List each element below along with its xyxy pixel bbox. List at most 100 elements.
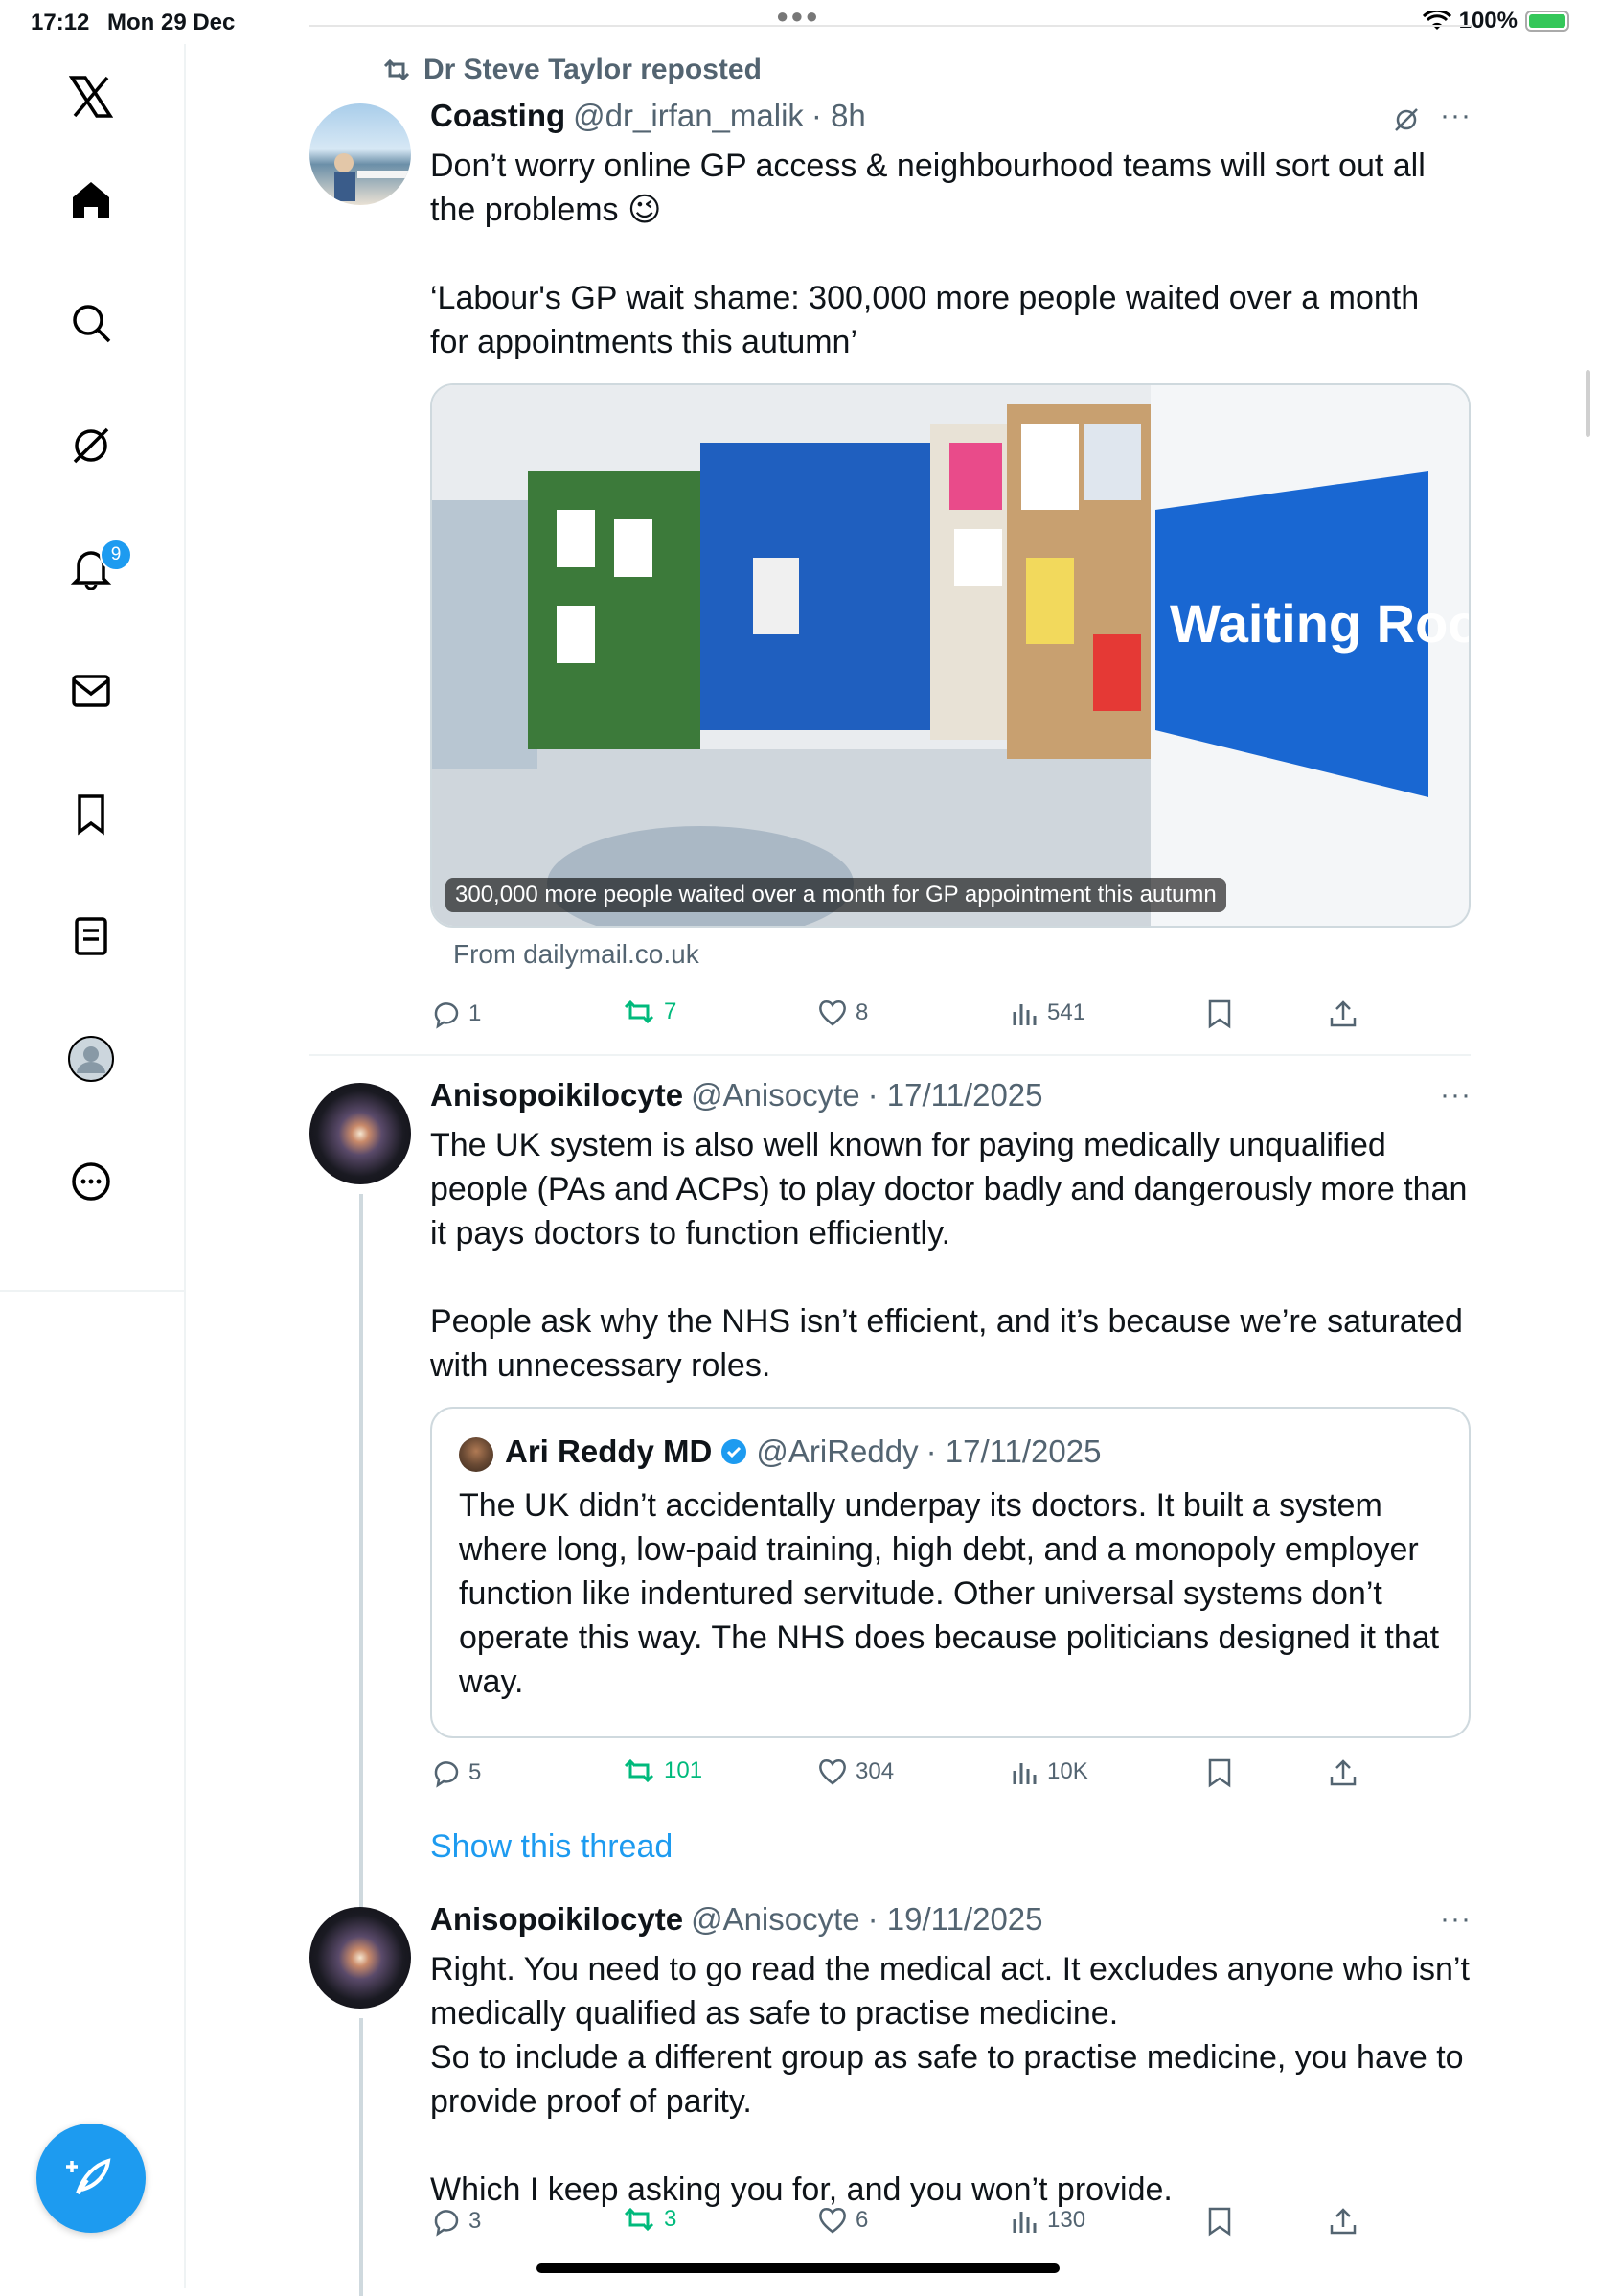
reply-button[interactable]: 5 — [430, 1757, 481, 1788]
repost-button[interactable]: 101 — [622, 1757, 702, 1784]
avatar-coasting[interactable] — [309, 103, 411, 205]
link-card-image[interactable]: Waiting Room 300,000 more people waited … — [430, 383, 1471, 928]
author-name[interactable]: Coasting — [430, 98, 565, 134]
view-count: 10K — [1047, 1758, 1088, 1784]
like-button[interactable]: 6 — [817, 2206, 868, 2235]
quote-author-handle[interactable]: @AriReddy — [756, 1434, 918, 1470]
repost-icon — [624, 999, 654, 1024]
heart-icon — [819, 2208, 846, 2234]
repost-indicator: Dr Steve Taylor reposted — [381, 54, 762, 86]
share-button[interactable] — [1329, 2206, 1358, 2237]
notifications-icon[interactable]: 9 — [57, 535, 132, 602]
messages-icon[interactable] — [57, 657, 125, 724]
share-button[interactable] — [1329, 1757, 1358, 1788]
post-time[interactable]: · 17/11/2025 — [868, 1077, 1043, 1114]
share-icon — [1330, 2208, 1357, 2235]
like-button[interactable]: 304 — [817, 1757, 894, 1786]
views-button[interactable]: 130 — [1011, 2206, 1085, 2235]
bookmark-button[interactable] — [1206, 999, 1233, 1029]
repost-icon — [383, 58, 410, 81]
more-options-icon[interactable] — [57, 1148, 125, 1215]
bookmark-icon — [1208, 2207, 1231, 2237]
quote-author-name[interactable]: Ari Reddy MD — [505, 1434, 712, 1470]
like-count: 6 — [856, 2207, 869, 2233]
thread-line — [359, 1194, 363, 1913]
reply-button[interactable]: 3 — [430, 2206, 481, 2237]
reply-icon — [434, 1761, 459, 1788]
author-handle[interactable]: @dr_irfan_malik — [573, 98, 804, 134]
show-thread-link[interactable]: Show this thread — [430, 1828, 673, 1866]
heart-icon — [819, 1000, 846, 1026]
share-button[interactable] — [1329, 999, 1358, 1029]
repost-label: Dr Steve Taylor reposted — [423, 54, 762, 85]
quote-time[interactable]: · 17/11/2025 — [926, 1434, 1102, 1470]
reply-count: 1 — [468, 1000, 482, 1026]
sidebar-divider — [0, 1290, 184, 1292]
avatar-anisocyte[interactable] — [309, 1907, 411, 2009]
card-source[interactable]: From dailymail.co.uk — [453, 939, 699, 970]
bookmark-button[interactable] — [1206, 1757, 1233, 1788]
scroll-indicator[interactable] — [1586, 370, 1590, 437]
like-count: 304 — [856, 1758, 895, 1784]
tweet-anisocyte-2[interactable]: Anisopoikilocyte @Anisocyte · 19/11/2025… — [309, 1897, 1472, 2296]
post-time[interactable]: · 8h — [811, 98, 866, 134]
views-button[interactable]: 541 — [1011, 999, 1085, 1027]
author-handle[interactable]: @Anisocyte — [691, 1901, 860, 1938]
view-count: 541 — [1047, 999, 1086, 1025]
more-icon[interactable]: ··· — [1440, 100, 1472, 132]
notification-badge: 9 — [100, 539, 132, 571]
repost-icon — [624, 1758, 654, 1783]
x-logo-icon[interactable] — [57, 63, 125, 130]
post-text: Right. You need to go read the medical a… — [430, 1951, 1470, 2208]
repost-button[interactable]: 7 — [622, 999, 676, 1025]
repost-count: 3 — [664, 2206, 677, 2232]
profile-icon[interactable] — [57, 1025, 125, 1092]
view-count: 130 — [1047, 2207, 1086, 2233]
search-icon[interactable] — [57, 289, 125, 356]
home-icon[interactable] — [57, 167, 125, 234]
quote-avatar[interactable] — [459, 1437, 493, 1472]
reply-button[interactable]: 1 — [430, 999, 481, 1029]
grok-icon[interactable] — [1392, 105, 1421, 134]
quoted-post[interactable]: Ari Reddy MD @AriReddy · 17/11/2025 The … — [430, 1407, 1471, 1738]
author-handle[interactable]: @Anisocyte — [691, 1077, 860, 1114]
status-time: 17:12 — [31, 10, 90, 35]
sidebar: 9 — [0, 44, 186, 2288]
views-chart-icon — [1013, 1004, 1037, 1025]
quote-text: The UK didn’t accidentally underpay its … — [459, 1487, 1440, 1700]
heart-icon — [819, 1759, 846, 1785]
like-count: 8 — [856, 999, 869, 1025]
tweet-anisocyte-1[interactable]: Anisopoikilocyte @Anisocyte · 17/11/2025… — [309, 1073, 1472, 1913]
card-caption: 300,000 more people waited over a month … — [445, 878, 1226, 912]
home-indicator[interactable] — [536, 2263, 1060, 2273]
share-icon — [1330, 1000, 1357, 1027]
bookmarks-icon[interactable] — [57, 780, 125, 847]
grok-icon[interactable] — [57, 412, 125, 479]
like-button[interactable]: 8 — [817, 999, 868, 1027]
avatar-anisocyte[interactable] — [309, 1083, 411, 1184]
author-name[interactable]: Anisopoikilocyte — [430, 1077, 683, 1114]
sign-text: Waiting Room — [1170, 593, 1471, 654]
post-time[interactable]: · 19/11/2025 — [868, 1901, 1043, 1938]
more-icon[interactable]: ··· — [1440, 1903, 1472, 1936]
tweet-divider — [309, 1054, 1471, 1056]
battery-icon — [1525, 11, 1569, 32]
bookmark-icon — [1208, 999, 1231, 1029]
compose-post-button[interactable] — [36, 2124, 146, 2233]
battery-percent: 100% — [1458, 8, 1518, 34]
tweet-coasting[interactable]: Dr Steve Taylor reposted Coasting @dr_ir… — [309, 38, 1471, 1054]
bookmark-button[interactable] — [1206, 2206, 1233, 2237]
views-chart-icon — [1013, 2212, 1037, 2233]
views-chart-icon — [1013, 1763, 1037, 1784]
bookmark-icon — [1208, 1758, 1231, 1788]
reply-count: 3 — [468, 2208, 482, 2234]
share-icon — [1330, 1759, 1357, 1786]
lists-icon[interactable] — [57, 903, 125, 970]
more-icon[interactable]: ··· — [1440, 1079, 1472, 1112]
author-name[interactable]: Anisopoikilocyte — [430, 1901, 683, 1938]
repost-button[interactable]: 3 — [622, 2206, 676, 2233]
top-divider — [309, 25, 1471, 27]
reply-icon — [434, 1002, 459, 1029]
views-button[interactable]: 10K — [1011, 1757, 1088, 1786]
verified-badge-icon — [721, 1439, 747, 1464]
